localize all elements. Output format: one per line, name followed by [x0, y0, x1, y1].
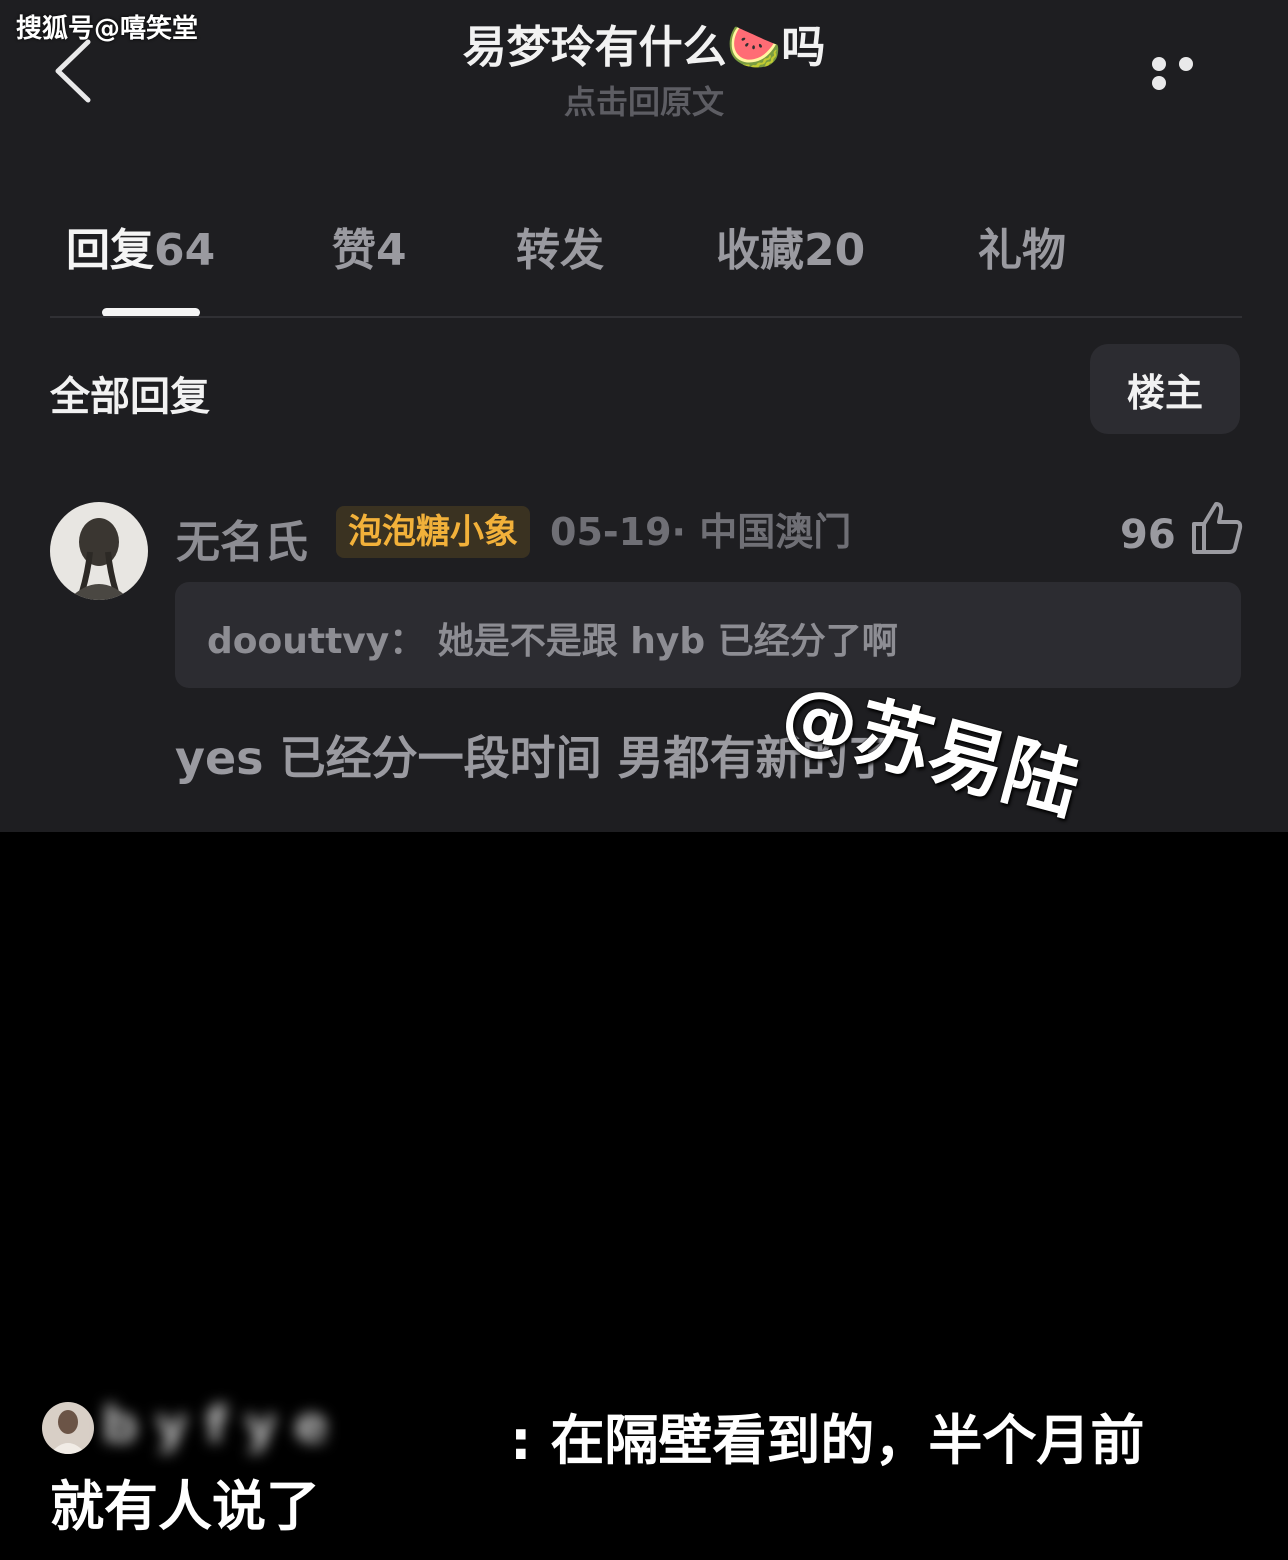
avatar[interactable]: [50, 502, 148, 600]
tab-label: 赞: [332, 225, 376, 276]
user-badge: 泡泡糖小象: [336, 506, 530, 558]
caption-text-line2: 就有人说了: [50, 1475, 320, 1538]
tab-count: 64: [154, 225, 216, 276]
tab-likes[interactable]: 赞4: [332, 214, 407, 278]
more-horizontal-icon[interactable]: [1152, 56, 1232, 90]
like-count: 96: [1120, 512, 1176, 558]
quote-text: 她是不是跟 hyb 已经分了啊: [437, 621, 898, 662]
caption-blurred-name: b y f y e: [102, 1396, 329, 1454]
tab-label: 回复: [66, 225, 154, 276]
thumbs-up-icon[interactable]: [1188, 500, 1244, 556]
tab-bar: 回复64 赞4 转发 收藏20 礼物: [0, 214, 1288, 278]
tab-reposts[interactable]: 转发: [516, 214, 604, 278]
tab-count: 4: [376, 225, 407, 276]
comment-meta: 05-19· 中国澳门: [550, 510, 852, 554]
tab-count: 20: [804, 225, 866, 276]
op-only-button[interactable]: 楼主: [1090, 344, 1240, 434]
quote-content: doouttvy： 她是不是跟 hyb 已经分了啊: [207, 612, 898, 664]
caption-avatar: [42, 1402, 94, 1454]
quote-author: doouttvy：: [207, 621, 426, 662]
tab-favorites[interactable]: 收藏20: [716, 214, 865, 278]
tab-label: 收藏: [716, 225, 804, 276]
caption-text-line1: : 在隔壁看到的，半个月前: [510, 1409, 1145, 1472]
comment-username[interactable]: 无名氏: [176, 506, 308, 570]
tab-label: 转发: [516, 225, 604, 276]
tab-replies[interactable]: 回复64: [66, 214, 215, 278]
tab-label: 礼物: [978, 225, 1066, 276]
all-replies-label: 全部回复: [50, 374, 210, 420]
tab-gifts[interactable]: 礼物: [978, 214, 1066, 278]
comment-panel: 搜狐号@嘻笑堂 易梦玲有什么🍉吗 点击回原文 回复64 赞4 转发 收藏20 礼…: [0, 0, 1288, 832]
header: 易梦玲有什么🍉吗 点击回原文: [0, 20, 1288, 122]
back-to-original-link[interactable]: 点击回原文: [0, 82, 1288, 122]
divider: [50, 316, 1242, 318]
post-title[interactable]: 易梦玲有什么🍉吗: [0, 20, 1288, 76]
quoted-reply[interactable]: doouttvy： 她是不是跟 hyb 已经分了啊: [175, 582, 1241, 688]
